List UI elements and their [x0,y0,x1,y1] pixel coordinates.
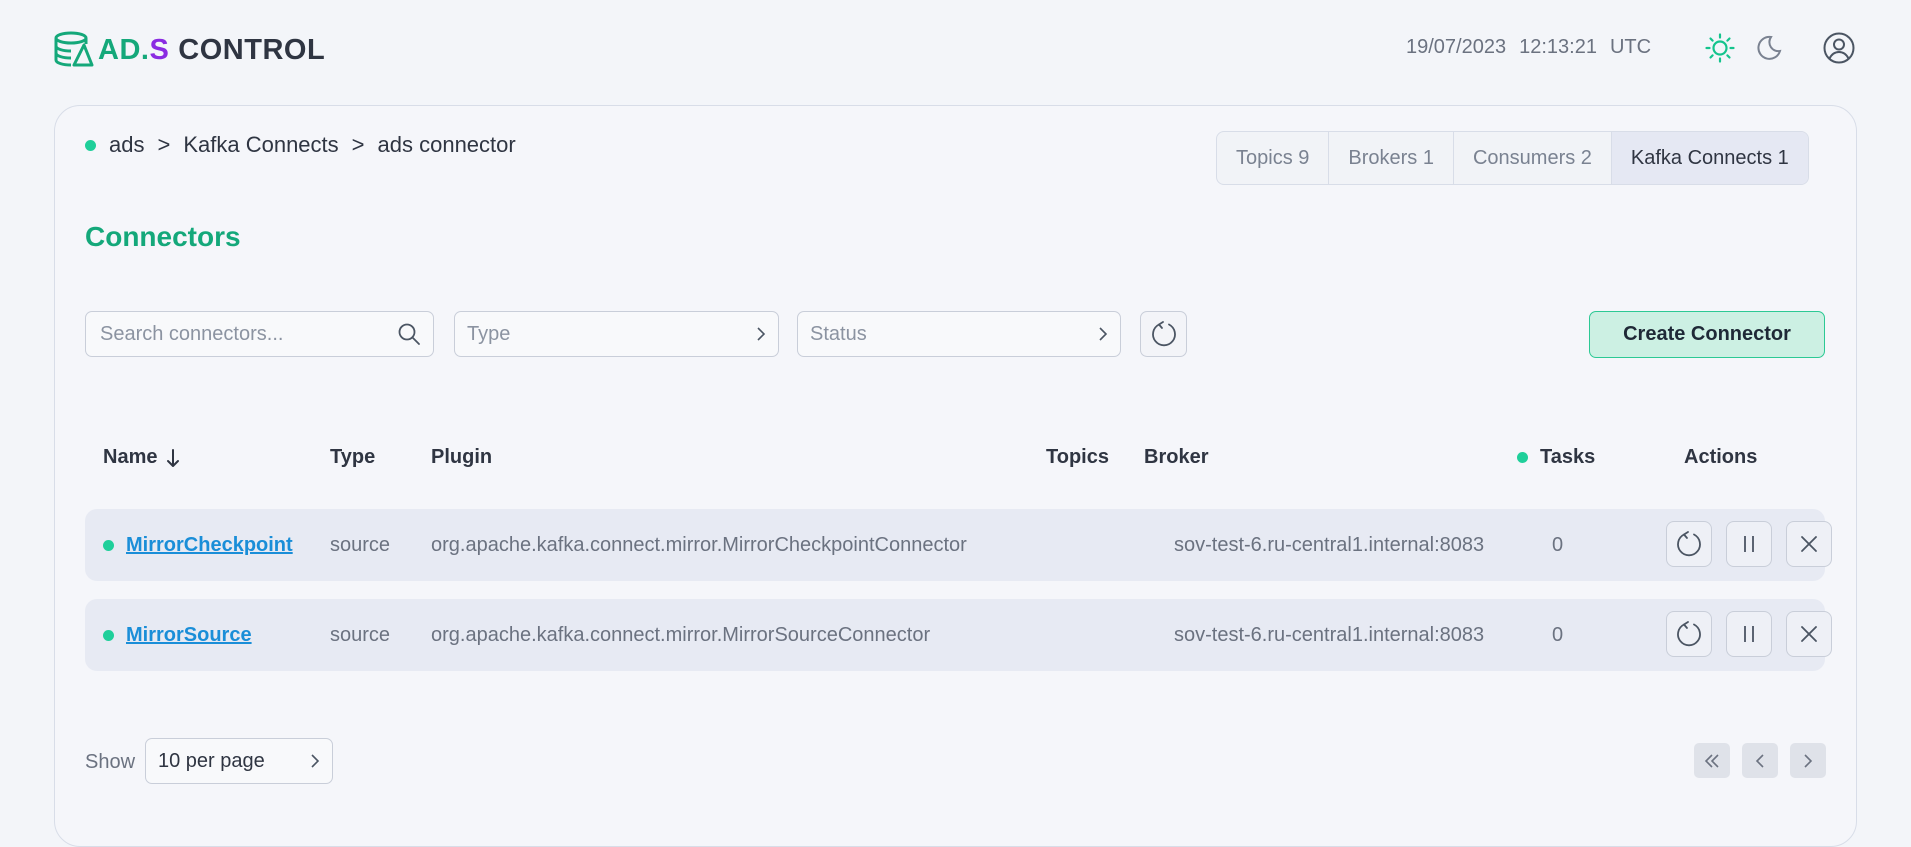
connector-broker-cell: sov-test-6.ru-central1.internal:8083 [1174,623,1485,646]
moon-icon[interactable] [1753,32,1785,64]
user-icon[interactable] [1822,31,1856,65]
logo-control-text: CONTROL [178,33,326,66]
status-select[interactable]: Status [797,311,1121,357]
sort-arrow-down-icon[interactable] [166,448,180,468]
breadcrumb-item-kafka-connects[interactable]: Kafka Connects [183,132,338,158]
column-header-actions: Actions [1684,446,1758,468]
status-select-value: Status [810,322,867,345]
column-header-plugin: Plugin [431,446,493,468]
chevron-right-icon [1099,327,1108,341]
main-card: ads > Kafka Connects > ads connector Top… [54,105,1857,847]
sun-icon[interactable] [1704,32,1736,64]
chevron-right-icon [311,754,320,768]
logo-s-text: S [149,33,170,66]
header-date: 19/07/2023 [1406,36,1507,58]
connector-broker-cell: sov-test-6.ru-central1.internal:8083 [1174,533,1485,556]
search-icon[interactable] [397,322,421,346]
connector-status-dot [103,629,114,641]
pause-connector-button[interactable] [1726,611,1772,657]
connector-plugin-cell: org.apache.kafka.connect.mirror.MirrorCh… [431,533,967,556]
header-timezone: UTC [1609,36,1652,58]
type-select-value: Type [467,322,511,345]
chevron-left-icon [1755,753,1764,768]
breadcrumb-separator: > [157,132,171,157]
restart-connector-button[interactable] [1666,611,1712,657]
per-page-value: 10 per page [158,749,265,772]
column-header-topics: Topics [1046,446,1109,468]
chevron-right-icon [1804,753,1813,768]
connector-tasks-cell: 0 [1552,623,1564,646]
per-page-select[interactable]: 10 per page [145,738,333,784]
refresh-icon [1677,621,1701,647]
next-page-button[interactable] [1790,743,1826,778]
header-datetime: 19/07/2023 12:13:21 UTC [1406,36,1651,59]
connector-plugin-cell: org.apache.kafka.connect.mirror.MirrorSo… [431,623,931,646]
tab-consumers[interactable]: Consumers 2 [1454,132,1612,184]
pause-icon [1744,536,1754,552]
close-icon [1801,626,1817,642]
connector-name-link[interactable]: MirrorSource [126,624,252,647]
table-row: MirrorSource source org.apache.kafka.con… [85,599,1832,671]
logo-stack-icon [54,31,94,67]
table-row: MirrorCheckpoint source org.apache.kafka… [85,509,1832,581]
page-title: Connectors [85,221,241,252]
breadcrumb-item-cluster[interactable]: ads [109,132,144,158]
breadcrumb-item-connector: ads connector [377,132,516,157]
pause-connector-button[interactable] [1726,521,1772,567]
column-header-tasks: Tasks [1517,446,1595,469]
search-field [85,311,434,357]
show-label: Show [85,751,136,773]
search-input[interactable] [98,321,397,347]
restart-connector-button[interactable] [1666,521,1712,567]
refresh-icon [1151,321,1176,347]
delete-connector-button[interactable] [1786,611,1832,657]
header-time: 12:13:21 [1519,36,1597,58]
pause-icon [1744,626,1754,642]
first-page-button[interactable] [1694,743,1730,778]
chevron-right-icon [757,327,766,341]
app-logo[interactable]: AD.S CONTROL [54,30,325,70]
logo-ad-text: AD. [98,33,150,66]
delete-connector-button[interactable] [1786,521,1832,567]
column-header-broker: Broker [1144,446,1209,468]
previous-page-button[interactable] [1742,743,1778,778]
column-header-name[interactable]: Name [103,446,180,469]
connector-name-link[interactable]: MirrorCheckpoint [126,534,293,557]
resource-tabs: Topics 9 Brokers 1 Consumers 2 Kafka Con… [1216,131,1809,185]
tasks-status-dot [1517,452,1528,463]
close-icon [1801,536,1817,552]
column-header-name-label: Name [103,446,158,468]
chevrons-left-icon [1704,753,1719,768]
breadcrumb: ads > Kafka Connects > ads connector [85,132,516,158]
connector-type-cell: source [330,533,391,556]
breadcrumb-separator: > [351,132,365,157]
tab-topics[interactable]: Topics 9 [1217,132,1330,184]
refresh-icon [1677,531,1701,557]
cluster-status-dot [85,139,96,151]
refresh-button[interactable] [1140,311,1187,357]
column-header-tasks-label: Tasks [1540,446,1596,468]
column-header-type: Type [330,446,376,468]
connector-type-cell: source [330,623,391,646]
tab-brokers[interactable]: Brokers 1 [1329,132,1454,184]
connector-status-dot [103,539,114,551]
type-select[interactable]: Type [454,311,779,357]
create-connector-button[interactable]: Create Connector [1589,311,1825,358]
tab-kafka-connects[interactable]: Kafka Connects 1 [1611,132,1808,184]
connector-name-cell: MirrorSource [103,599,252,671]
connector-tasks-cell: 0 [1552,533,1564,556]
connector-name-cell: MirrorCheckpoint [103,509,293,581]
